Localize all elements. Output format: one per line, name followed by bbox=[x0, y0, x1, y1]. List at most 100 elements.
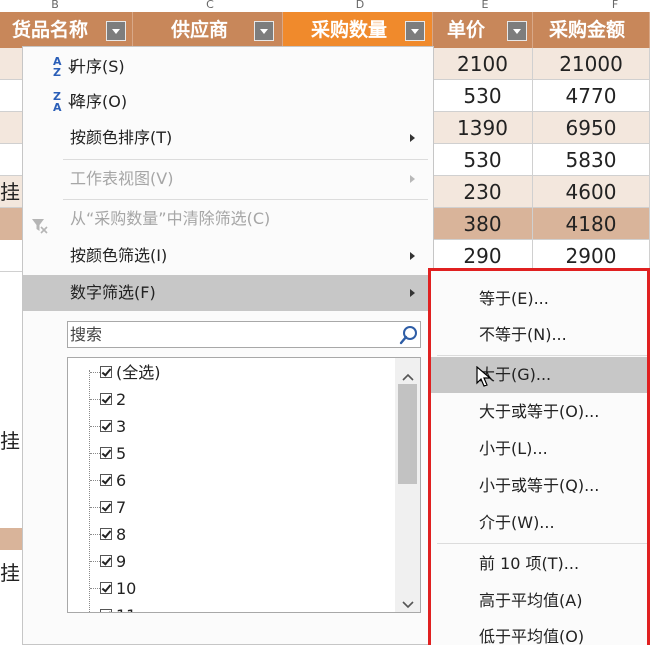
filter-dropdown-unit-price[interactable] bbox=[507, 21, 527, 41]
submenu-arrow-icon bbox=[410, 252, 415, 260]
goods-name-cell-fragment[interactable]: 挂 bbox=[0, 557, 22, 589]
column-letter-c[interactable]: C bbox=[195, 0, 225, 12]
filter-dropdown-goods-name[interactable] bbox=[106, 21, 126, 41]
checkbox-label: 2 bbox=[116, 390, 127, 409]
checkbox-item[interactable]: 7 bbox=[68, 495, 368, 522]
submenu-item-label: 等于(E)... bbox=[479, 289, 549, 308]
submenu-item-label: 不等于(N)... bbox=[479, 325, 567, 344]
submenu-item-less-than[interactable]: 小于(L)... bbox=[431, 431, 647, 467]
checkbox-item[interactable]: 2 bbox=[68, 387, 368, 414]
list-scrollbar[interactable] bbox=[395, 358, 420, 612]
sort-descending-label: 降序(O) bbox=[70, 92, 128, 111]
menu-item-sort-by-color[interactable]: 按颜色排序(T) bbox=[23, 120, 433, 156]
unit-price-cell[interactable]: 2100 bbox=[433, 48, 533, 80]
search-box[interactable]: 搜索 bbox=[67, 321, 421, 348]
filter-dropdown-supplier[interactable] bbox=[254, 21, 274, 41]
checkbox[interactable] bbox=[100, 555, 112, 567]
sort-by-color-label: 按颜色排序(T) bbox=[70, 128, 173, 147]
header-purchase-qty-label: 采购数量 bbox=[311, 19, 388, 41]
search-icon[interactable] bbox=[398, 324, 420, 346]
column-letter-f[interactable]: F bbox=[600, 0, 630, 12]
scrollbar-thumb[interactable] bbox=[398, 384, 417, 484]
submenu-arrow-icon bbox=[410, 134, 415, 142]
sort-descending-icon: Z A ↓ bbox=[53, 90, 79, 114]
clear-filter-label: 从“采购数量”中清除筛选(C) bbox=[70, 209, 271, 228]
row-stripe bbox=[0, 528, 22, 550]
goods-name-cell-fragment[interactable]: 挂 bbox=[0, 425, 22, 457]
unit-price-cell[interactable]: 1390 bbox=[433, 112, 533, 144]
amount-cell[interactable]: 4180 bbox=[533, 208, 650, 240]
filter-dropdown-purchase-qty[interactable] bbox=[405, 21, 425, 41]
amount-cell[interactable]: 21000 bbox=[533, 48, 650, 80]
checkbox-item[interactable]: 6 bbox=[68, 468, 368, 495]
unit-price-cell[interactable]: 530 bbox=[433, 80, 533, 112]
scroll-down-icon[interactable] bbox=[402, 594, 414, 609]
value-list: (全选) 2 3 5 6 7 8 9 10 11 bbox=[67, 357, 421, 613]
checkbox[interactable] bbox=[100, 501, 112, 513]
checkbox[interactable] bbox=[100, 528, 112, 540]
checkbox-label: 10 bbox=[116, 579, 137, 598]
checkbox-label: 9 bbox=[116, 552, 127, 571]
checkbox[interactable] bbox=[100, 366, 112, 378]
checkbox-label: (全选) bbox=[116, 363, 161, 382]
amount-cell[interactable]: 6950 bbox=[533, 112, 650, 144]
submenu-item-below-average[interactable]: 低于平均值(O) bbox=[431, 619, 647, 655]
tree-line bbox=[90, 453, 100, 454]
amount-cell[interactable]: 4600 bbox=[533, 176, 650, 208]
tree-line bbox=[90, 588, 100, 589]
column-letter-e[interactable]: E bbox=[470, 0, 500, 12]
submenu-item-top-10[interactable]: 前 10 项(T)... bbox=[431, 546, 647, 582]
checkbox[interactable] bbox=[100, 474, 112, 486]
checkbox-item[interactable]: 9 bbox=[68, 549, 368, 576]
menu-item-number-filters[interactable]: 数字筛选(F) bbox=[23, 275, 433, 311]
amount-cell[interactable]: 4770 bbox=[533, 80, 650, 112]
checkbox-item[interactable]: 5 bbox=[68, 441, 368, 468]
menu-separator bbox=[437, 543, 647, 544]
checkbox-item[interactable]: 11 bbox=[68, 603, 368, 612]
checkbox-item[interactable]: 3 bbox=[68, 414, 368, 441]
submenu-item-equals[interactable]: 等于(E)... bbox=[431, 281, 647, 317]
checkbox-item-select-all[interactable]: (全选) bbox=[68, 360, 368, 387]
checkbox[interactable] bbox=[100, 609, 112, 612]
amount-cell[interactable]: 5830 bbox=[533, 144, 650, 176]
checkbox-item[interactable]: 8 bbox=[68, 522, 368, 549]
menu-item-filter-by-color[interactable]: 按颜色筛选(I) bbox=[23, 238, 433, 274]
clear-filter-icon bbox=[31, 211, 49, 234]
unit-price-cell[interactable]: 530 bbox=[433, 144, 533, 176]
checkbox[interactable] bbox=[100, 447, 112, 459]
checkbox-item[interactable]: 10 bbox=[68, 576, 368, 603]
submenu-item-label: 低于平均值(O) bbox=[479, 627, 585, 646]
submenu-item-not-equals[interactable]: 不等于(N)... bbox=[431, 317, 647, 353]
checkbox[interactable] bbox=[100, 582, 112, 594]
menu-separator bbox=[63, 159, 428, 160]
menu-item-sort-ascending[interactable]: A Z ↓ 升序(S) bbox=[23, 49, 433, 85]
unit-price-cell[interactable]: 230 bbox=[433, 176, 533, 208]
submenu-item-greater-or-equal[interactable]: 大于或等于(O)... bbox=[431, 394, 647, 430]
column-letter-b[interactable]: B bbox=[40, 0, 70, 12]
tree-line bbox=[90, 480, 100, 481]
sort-ascending-label: 升序(S) bbox=[70, 57, 125, 76]
submenu-item-between[interactable]: 介于(W)... bbox=[431, 505, 647, 541]
checkbox[interactable] bbox=[100, 393, 112, 405]
goods-name-cell-fragment[interactable]: 挂 bbox=[0, 176, 22, 208]
scroll-up-icon[interactable] bbox=[402, 366, 414, 381]
checkbox[interactable] bbox=[100, 420, 112, 432]
unit-price-cell[interactable]: 380 bbox=[433, 208, 533, 240]
filter-by-color-label: 按颜色筛选(I) bbox=[70, 246, 168, 265]
sheet-view-label: 工作表视图(V) bbox=[70, 169, 174, 188]
number-filters-label: 数字筛选(F) bbox=[70, 283, 156, 302]
tree-line bbox=[90, 426, 100, 427]
mouse-cursor-icon bbox=[476, 365, 492, 387]
menu-item-sort-descending[interactable]: Z A ↓ 降序(O) bbox=[23, 84, 433, 120]
checkbox-label: 8 bbox=[116, 525, 127, 544]
checkbox-label: 5 bbox=[116, 444, 127, 463]
tree-line bbox=[90, 507, 100, 508]
menu-separator bbox=[437, 355, 647, 356]
column-letter-d[interactable]: D bbox=[345, 0, 375, 12]
submenu-item-above-average[interactable]: 高于平均值(A) bbox=[431, 583, 647, 619]
submenu-item-greater-than[interactable]: 大于(G)... bbox=[431, 357, 647, 393]
tree-line bbox=[90, 372, 100, 373]
search-placeholder: 搜索 bbox=[70, 325, 103, 344]
submenu-item-less-or-equal[interactable]: 小于或等于(Q)... bbox=[431, 468, 647, 504]
checkbox-label: 11 bbox=[116, 605, 136, 612]
